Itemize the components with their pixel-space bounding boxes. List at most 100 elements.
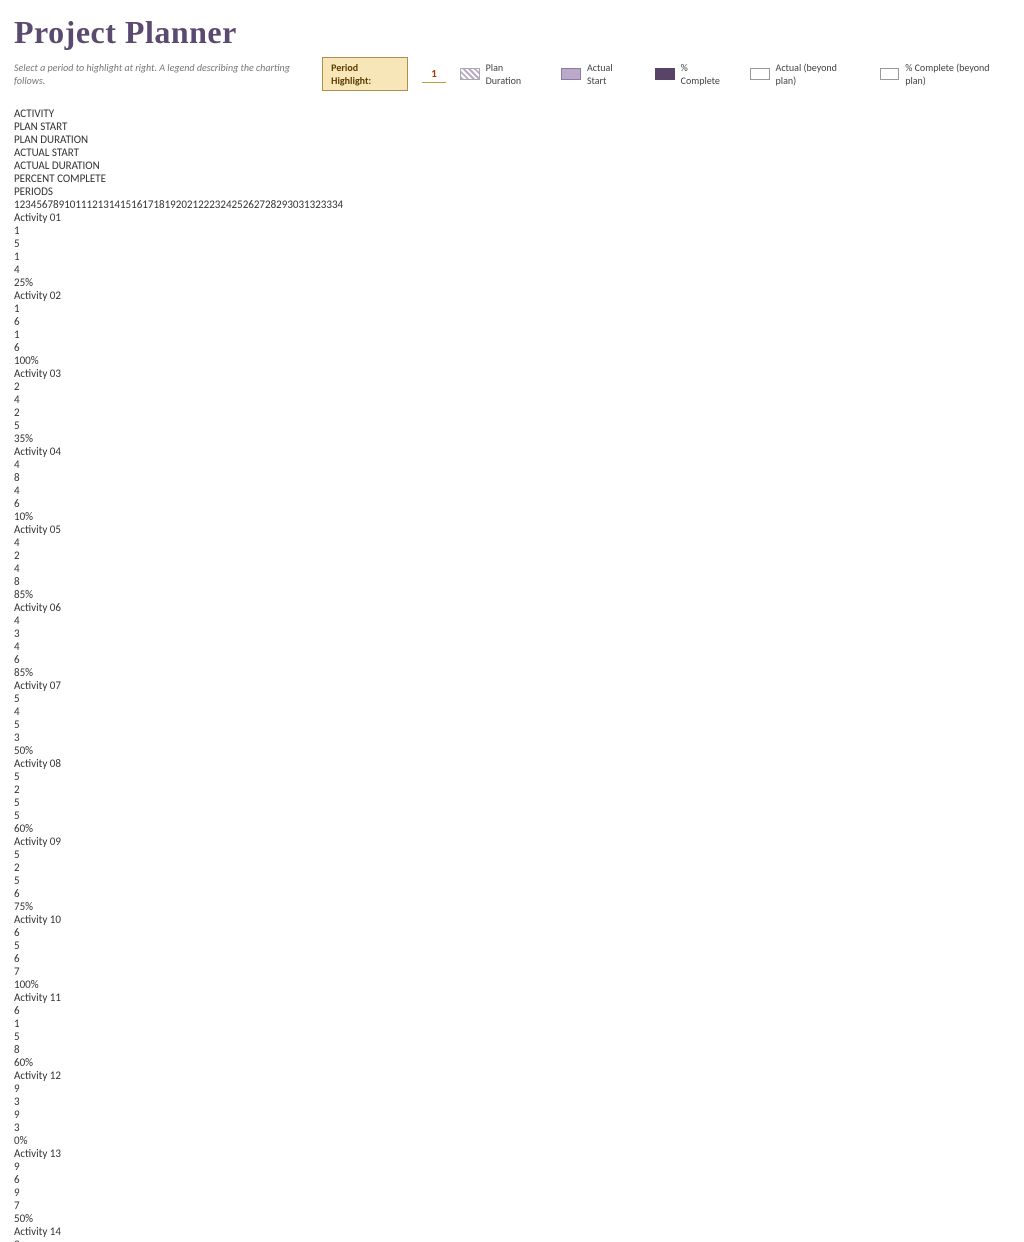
plan-start-value: 1 [14,224,1010,237]
percent-complete-value: 50% [14,1212,1010,1225]
legend: Plan Duration Actual Start % Complete Ac… [460,61,1010,87]
col-actual-duration: ACTUAL DURATION [14,159,1010,172]
percent-complete-value: 10% [14,510,1010,523]
percent-complete-value: 85% [14,666,1010,679]
plan-duration-value: 4 [14,705,1010,718]
plan-start-value: 4 [14,536,1010,549]
plan-start-value: 4 [14,458,1010,471]
plan-start-value: 5 [14,848,1010,861]
percent-complete-value: 60% [14,1056,1010,1069]
actual-start-value: 9 [14,1186,1010,1199]
activity-name: Activity 04 [14,445,1010,458]
plan-start-value: 9 [14,1160,1010,1173]
percent-complete-value: 0% [14,1134,1010,1147]
controls-row: Select a period to highlight at right. A… [14,57,1010,91]
legend-actual-beyond: Actual (beyond plan) [776,61,858,87]
actual-start-value: 4 [14,640,1010,653]
plan-duration-value: 1 [14,1017,1010,1030]
legend-pct-complete-beyond: % Complete (beyond plan) [905,61,1010,87]
period-header-15: 15 [120,198,131,211]
swatch-actual-start [561,68,581,80]
period-header-30: 30 [287,198,298,211]
period-highlight-input[interactable]: 1 [422,65,446,83]
activity-name: Activity 01 [14,211,1010,224]
period-highlight-label: Period Highlight: [331,61,371,87]
plan-start-value: 2 [14,380,1010,393]
actual-duration-value: 6 [14,653,1010,666]
plan-start-value: 6 [14,926,1010,939]
actual-duration-value: 5 [14,419,1010,432]
table-row: Activity 08525560% [14,757,1010,835]
actual-duration-value: 6 [14,497,1010,510]
period-header-33: 33 [321,198,332,211]
period-header-28: 28 [265,198,276,211]
period-header-17: 17 [142,198,153,211]
table-row: Activity 09525675% [14,835,1010,913]
table-row: Activity 1293930% [14,1069,1010,1147]
period-header-18: 18 [153,198,164,211]
percent-complete-value: 35% [14,432,1010,445]
activity-name: Activity 13 [14,1147,1010,1160]
col-plan-start: PLAN START [14,120,1010,133]
activity-name: Activity 08 [14,757,1010,770]
column-headers: ACTIVITY PLAN START PLAN DURATION ACTUAL… [14,107,1010,211]
activity-name: Activity 09 [14,835,1010,848]
period-header-24: 24 [220,198,231,211]
plan-start-value: 9 [14,1238,1010,1242]
table-row: Activity 03242535% [14,367,1010,445]
col-percent-complete: PERCENT COMPLETE [14,172,1010,185]
period-header-20: 20 [176,198,187,211]
activity-name: Activity 12 [14,1069,1010,1082]
actual-start-value: 2 [14,406,1010,419]
plan-duration-value: 5 [14,237,1010,250]
periods-header-row: 1234567891011121314151617181920212223242… [14,198,1010,211]
period-header-34: 34 [332,198,343,211]
col-activity: ACTIVITY [14,107,1010,120]
actual-start-value: 1 [14,250,1010,263]
actual-start-value: 9 [14,1108,1010,1121]
swatch-pct-complete-beyond [880,68,900,80]
actual-duration-value: 3 [14,1121,1010,1134]
plan-duration-value: 6 [14,1173,1010,1186]
plan-start-value: 6 [14,1004,1010,1017]
period-highlight-box: Period Highlight: [322,57,408,91]
period-header-23: 23 [209,198,220,211]
plan-start-value: 5 [14,692,1010,705]
table-row: Activity 021616100% [14,289,1010,367]
activity-name: Activity 11 [14,991,1010,1004]
swatch-actual-beyond [750,68,770,80]
percent-complete-value: 60% [14,822,1010,835]
period-header-27: 27 [254,198,265,211]
col-actual-start: ACTUAL START [14,146,1010,159]
plan-duration-value: 2 [14,549,1010,562]
plan-duration-value: 3 [14,1095,1010,1108]
legend-actual-start: Actual Start [587,61,633,87]
col-plan-duration: PLAN DURATION [14,133,1010,146]
swatch-plan-duration [460,68,480,80]
activity-name: Activity 05 [14,523,1010,536]
activity-name: Activity 14 [14,1225,1010,1238]
actual-duration-value: 3 [14,731,1010,744]
table-row: Activity 07545350% [14,679,1010,757]
table-row: Activity 05424885% [14,523,1010,601]
activity-name: Activity 07 [14,679,1010,692]
table-row: Activity 1493910% [14,1225,1010,1242]
period-header-21: 21 [187,198,198,211]
actual-duration-value: 8 [14,1043,1010,1056]
percent-complete-value: 50% [14,744,1010,757]
actual-duration-value: 4 [14,263,1010,276]
legend-plan-duration: Plan Duration [486,61,540,87]
legend-pct-complete: % Complete [681,61,729,87]
percent-complete-value: 100% [14,978,1010,991]
page-title: Project Planner [14,14,1010,51]
plan-start-value: 9 [14,1082,1010,1095]
activity-name: Activity 10 [14,913,1010,926]
period-header-25: 25 [232,198,243,211]
period-header-16: 16 [131,198,142,211]
plan-duration-value: 8 [14,471,1010,484]
gantt-rows: Activity 01151425%Activity 021616100%Act… [14,211,1010,1242]
plan-duration-value: 5 [14,939,1010,952]
actual-duration-value: 7 [14,1199,1010,1212]
plan-start-value: 5 [14,770,1010,783]
swatch-pct-complete [655,68,675,80]
